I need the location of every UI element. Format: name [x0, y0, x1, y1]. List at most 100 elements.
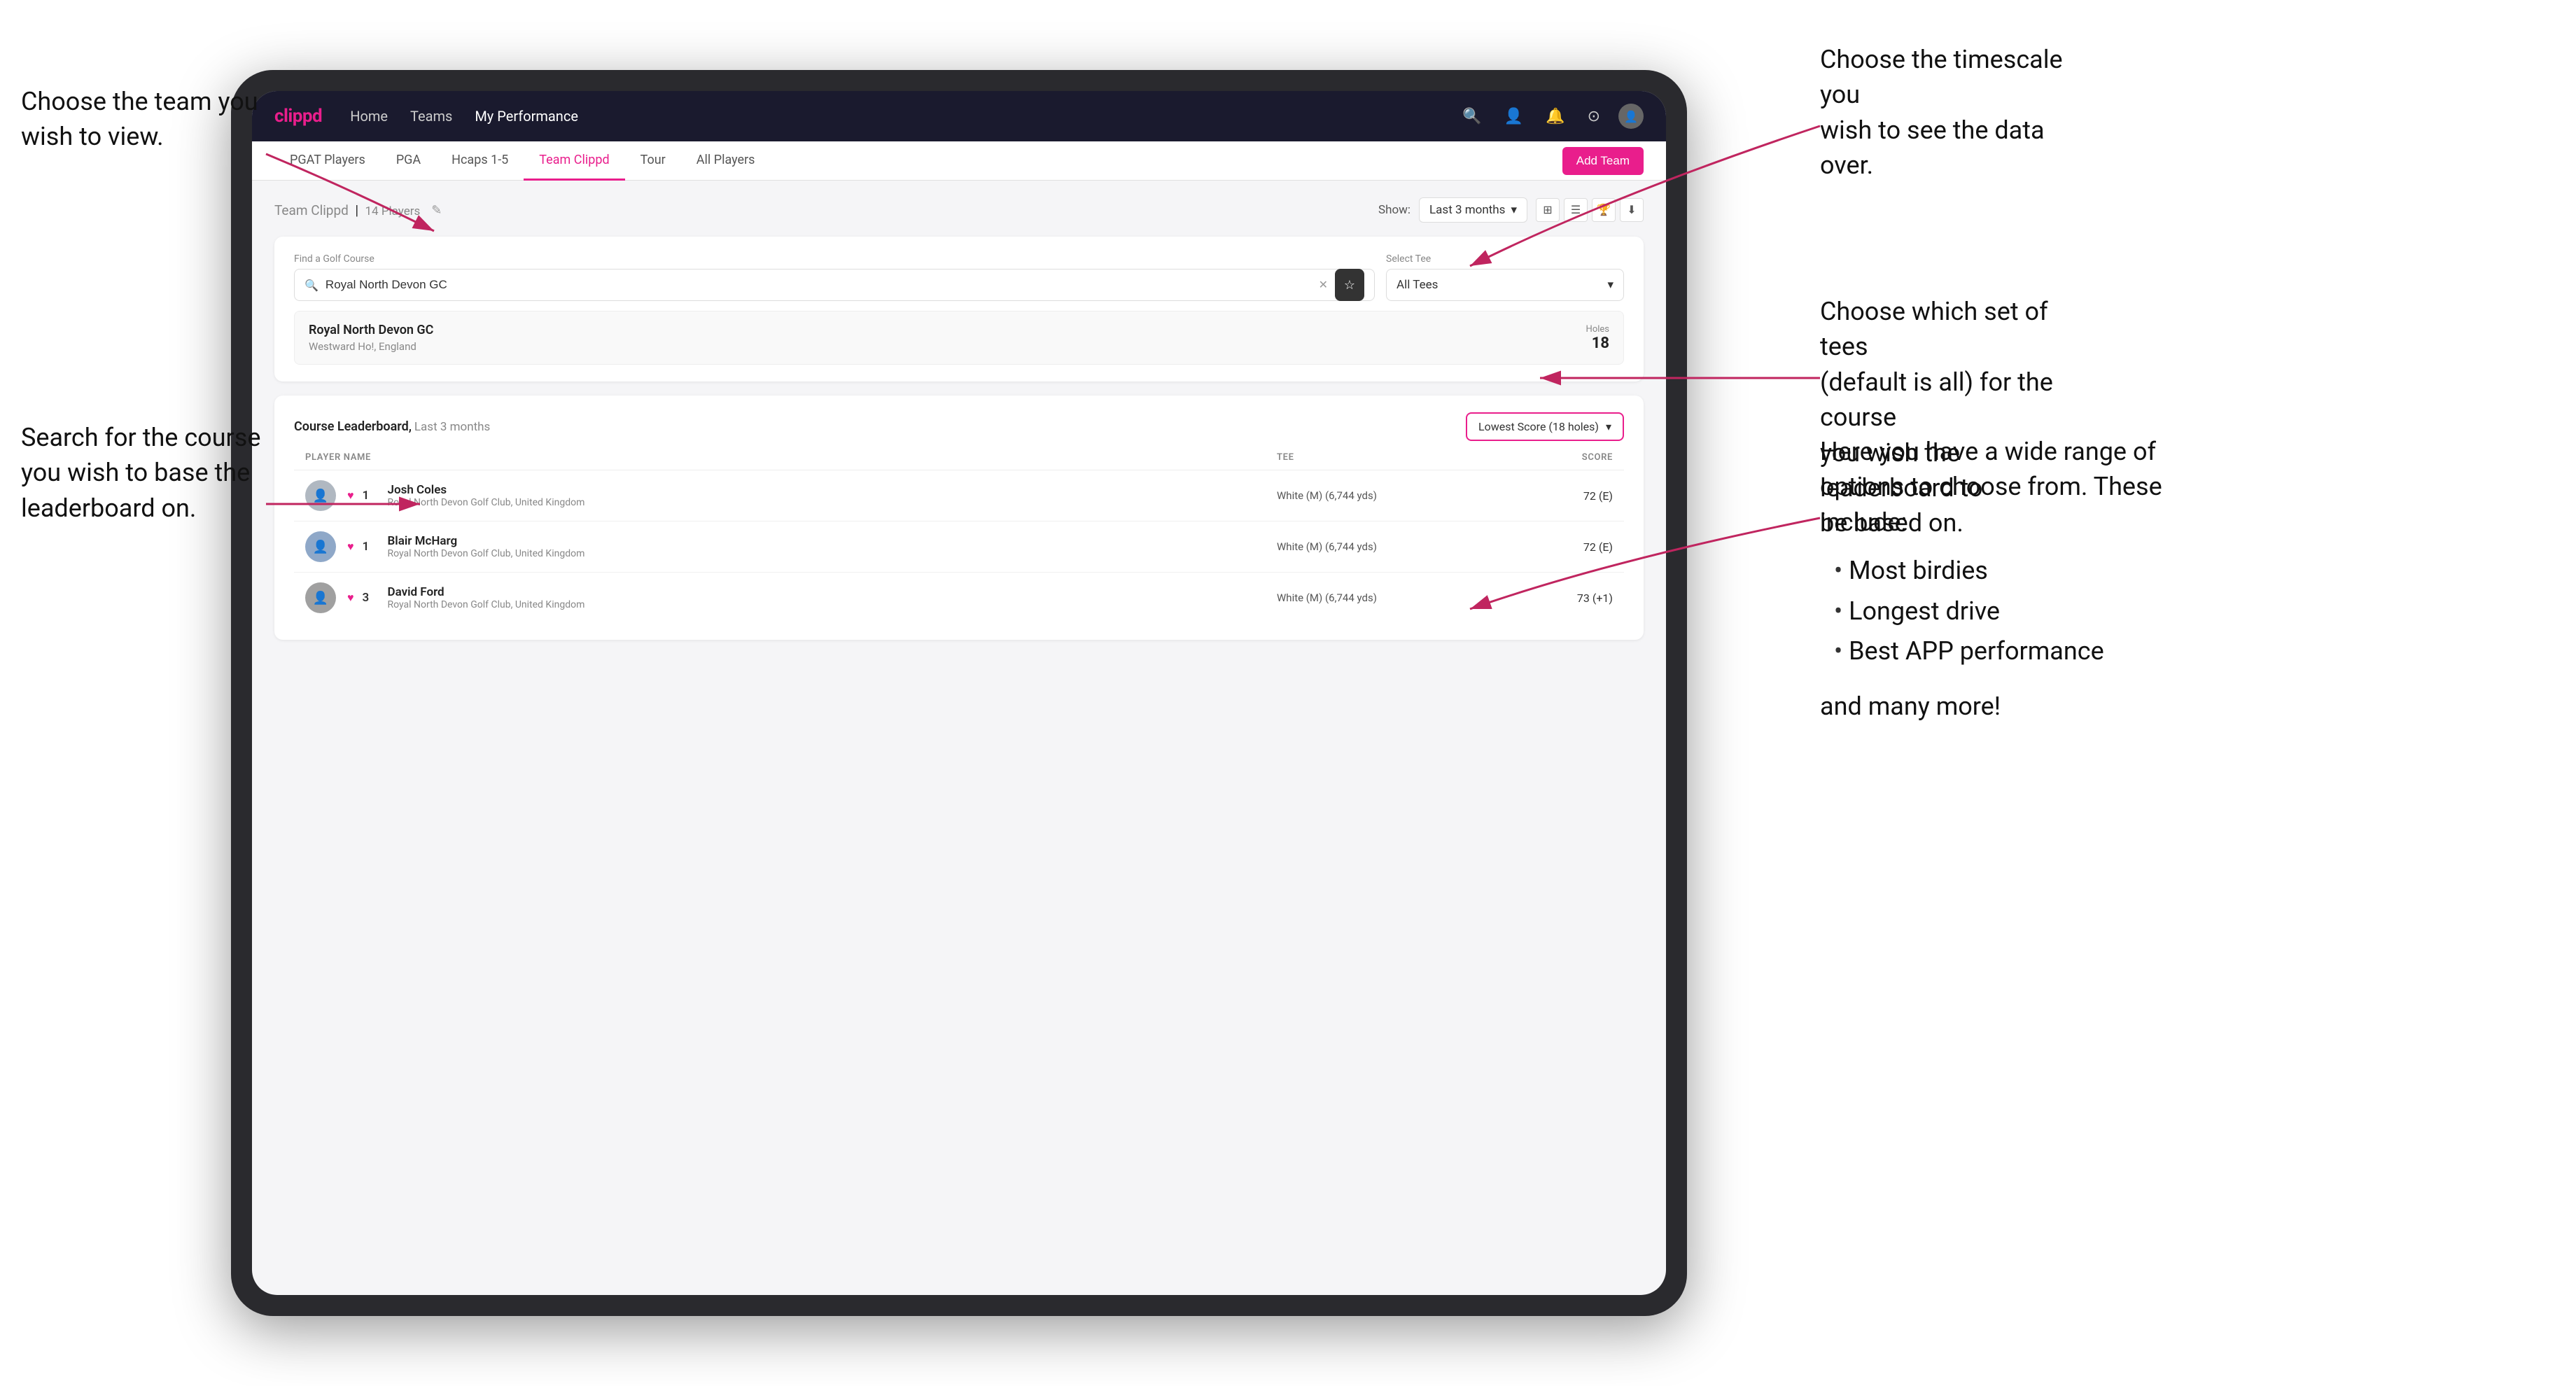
player-name-3: David Ford — [388, 585, 585, 599]
rank-2: 1 — [363, 540, 379, 554]
player-info-2: 👤 ♥ 1 Blair McHarg Royal North Devon Gol… — [305, 531, 1277, 562]
tablet-screen: clippd Home Teams My Performance 🔍 👤 🔔 ⊙… — [252, 91, 1666, 1295]
add-team-button[interactable]: Add Team — [1562, 147, 1644, 175]
view-icons: ⊞ ☰ 🏆 ⬇ — [1536, 198, 1644, 222]
heart-icon-1: ♥ — [347, 489, 354, 503]
tab-pga[interactable]: PGA — [381, 141, 436, 181]
player-tee-3: White (M) (6,744 yds) — [1277, 592, 1473, 604]
player-name-1: Josh Coles — [388, 483, 585, 497]
tab-all-players[interactable]: All Players — [681, 141, 771, 181]
settings-icon-btn[interactable]: ⊙ — [1583, 103, 1604, 130]
avatar[interactable]: 👤 — [1618, 104, 1644, 129]
find-golf-course-group: Find a Golf Course 🔍 ✕ ☆ — [294, 253, 1375, 301]
avatar-2: 👤 — [305, 531, 336, 562]
holes-label: Holes — [1586, 324, 1609, 335]
player-tee-2: White (M) (6,744 yds) — [1277, 540, 1473, 553]
search-icon: 🔍 — [304, 279, 318, 292]
chevron-down-icon: ▾ — [1607, 278, 1614, 292]
sub-nav: PGAT Players PGA Hcaps 1-5 Team Clippd T… — [252, 141, 1666, 181]
clear-search-button[interactable]: ✕ — [1319, 278, 1328, 292]
trophy-view-btn[interactable]: 🏆 — [1592, 198, 1616, 222]
leaderboard-header: Course Leaderboard, Last 3 months Lowest… — [294, 412, 1624, 441]
main-content: Team Clippd | 14 Players ✎ Show: Last 3 … — [252, 181, 1666, 671]
bell-icon-btn[interactable]: 🔔 — [1541, 103, 1569, 130]
select-tee-group: Select Tee All Tees ▾ — [1386, 253, 1624, 301]
annotation-top-left: Choose the team you wish to view. — [21, 84, 258, 155]
search-input[interactable] — [326, 278, 1312, 292]
leaderboard-columns: PLAYER NAME TEE SCORE — [294, 452, 1624, 470]
nav-link-home[interactable]: Home — [350, 108, 388, 125]
bullet-app: Best APP performance — [1834, 631, 2212, 672]
bullet-drive: Longest drive — [1834, 592, 2212, 632]
player-score-3: 73 (+1) — [1473, 592, 1613, 605]
list-view-btn[interactable]: ☰ — [1564, 198, 1588, 222]
sub-nav-tabs: PGAT Players PGA Hcaps 1-5 Team Clippd T… — [274, 141, 1562, 181]
nav-links: Home Teams My Performance — [350, 108, 1458, 125]
player-text-3: David Ford Royal North Devon Golf Club, … — [388, 585, 585, 610]
holes-box: Holes 18 — [1586, 324, 1609, 352]
course-location: Westward Ho!, England — [309, 340, 433, 353]
player-info-1: 👤 ♥ 1 Josh Coles Royal North Devon Golf … — [305, 480, 1277, 511]
download-btn[interactable]: ⬇ — [1620, 198, 1644, 222]
search-icon-btn[interactable]: 🔍 — [1458, 103, 1485, 130]
chevron-down-icon: ▾ — [1606, 420, 1611, 433]
bullet-birdies: Most birdies — [1834, 551, 2212, 592]
logo: clippd — [274, 106, 322, 127]
course-name: Royal North Devon GC — [309, 323, 433, 337]
player-club-2: Royal North Devon Golf Club, United King… — [388, 548, 585, 559]
tab-team-clippd[interactable]: Team Clippd — [524, 141, 624, 181]
col-tee: TEE — [1277, 452, 1473, 463]
course-result[interactable]: Royal North Devon GC Westward Ho!, Engla… — [294, 311, 1624, 365]
player-club-3: Royal North Devon Golf Club, United King… — [388, 599, 585, 610]
heart-icon-3: ♥ — [347, 591, 354, 605]
team-title: Team Clippd | 14 Players — [274, 202, 420, 218]
leaderboard-title-group: Course Leaderboard, Last 3 months — [294, 419, 490, 434]
holes-number: 18 — [1586, 335, 1609, 352]
show-label: Show: — [1378, 203, 1410, 217]
player-tee-1: White (M) (6,744 yds) — [1277, 489, 1473, 502]
people-icon-btn[interactable]: 👤 — [1500, 103, 1527, 130]
nav-icons: 🔍 👤 🔔 ⊙ 👤 — [1458, 103, 1644, 130]
find-golf-course-label: Find a Golf Course — [294, 253, 1375, 265]
avatar-1: 👤 — [305, 480, 336, 511]
heart-icon-2: ♥ — [347, 540, 354, 554]
score-type-dropdown[interactable]: Lowest Score (18 holes) ▾ — [1466, 412, 1624, 441]
player-club-1: Royal North Devon Golf Club, United King… — [388, 497, 585, 508]
tab-pgat-players[interactable]: PGAT Players — [274, 141, 381, 181]
grid-view-btn[interactable]: ⊞ — [1536, 198, 1560, 222]
table-row: 👤 ♥ 3 David Ford Royal North Devon Golf … — [294, 573, 1624, 623]
nav-bar: clippd Home Teams My Performance 🔍 👤 🔔 ⊙… — [252, 91, 1666, 141]
rank-1: 1 — [363, 489, 379, 503]
leaderboard-subtitle: Last 3 months — [414, 420, 490, 434]
team-header-row: Team Clippd | 14 Players ✎ Show: Last 3 … — [274, 197, 1644, 223]
favorite-button[interactable]: ☆ — [1335, 269, 1364, 301]
tab-tour[interactable]: Tour — [625, 141, 681, 181]
rank-3: 3 — [363, 591, 379, 605]
avatar-3: 👤 — [305, 582, 336, 613]
player-text-1: Josh Coles Royal North Devon Golf Club, … — [388, 483, 585, 508]
col-score: SCORE — [1473, 452, 1613, 463]
leaderboard-title: Course Leaderboard, — [294, 419, 412, 434]
chevron-down-icon: ▾ — [1511, 203, 1517, 217]
tablet-frame: clippd Home Teams My Performance 🔍 👤 🔔 ⊙… — [231, 70, 1687, 1316]
select-tee-label: Select Tee — [1386, 253, 1624, 265]
course-info: Royal North Devon GC Westward Ho!, Engla… — [309, 323, 433, 353]
player-info-3: 👤 ♥ 3 David Ford Royal North Devon Golf … — [305, 582, 1277, 613]
table-row: 👤 ♥ 1 Blair McHarg Royal North Devon Gol… — [294, 522, 1624, 573]
show-dropdown[interactable]: Last 3 months ▾ — [1419, 197, 1527, 223]
annotation-mid-left: Search for the course you wish to base t… — [21, 420, 260, 526]
and-more-text: and many more! — [1820, 689, 2212, 724]
annotation-top-right: Choose the timescale you wish to see the… — [1820, 42, 2086, 183]
tee-select-dropdown[interactable]: All Tees ▾ — [1386, 269, 1624, 301]
search-row: Find a Golf Course 🔍 ✕ ☆ Select Tee All … — [294, 253, 1624, 301]
leaderboard-card: Course Leaderboard, Last 3 months Lowest… — [274, 396, 1644, 640]
search-input-wrap: 🔍 ✕ ☆ — [294, 269, 1375, 301]
edit-icon[interactable]: ✎ — [431, 203, 442, 218]
show-row: Show: Last 3 months ▾ ⊞ ☰ 🏆 ⬇ — [1378, 197, 1644, 223]
tab-hcaps[interactable]: Hcaps 1-5 — [436, 141, 524, 181]
nav-link-myperformance[interactable]: My Performance — [475, 108, 578, 125]
golf-course-card: Find a Golf Course 🔍 ✕ ☆ Select Tee All … — [274, 237, 1644, 382]
table-row: 👤 ♥ 1 Josh Coles Royal North Devon Golf … — [294, 470, 1624, 522]
player-text-2: Blair McHarg Royal North Devon Golf Club… — [388, 534, 585, 559]
nav-link-teams[interactable]: Teams — [410, 108, 452, 125]
